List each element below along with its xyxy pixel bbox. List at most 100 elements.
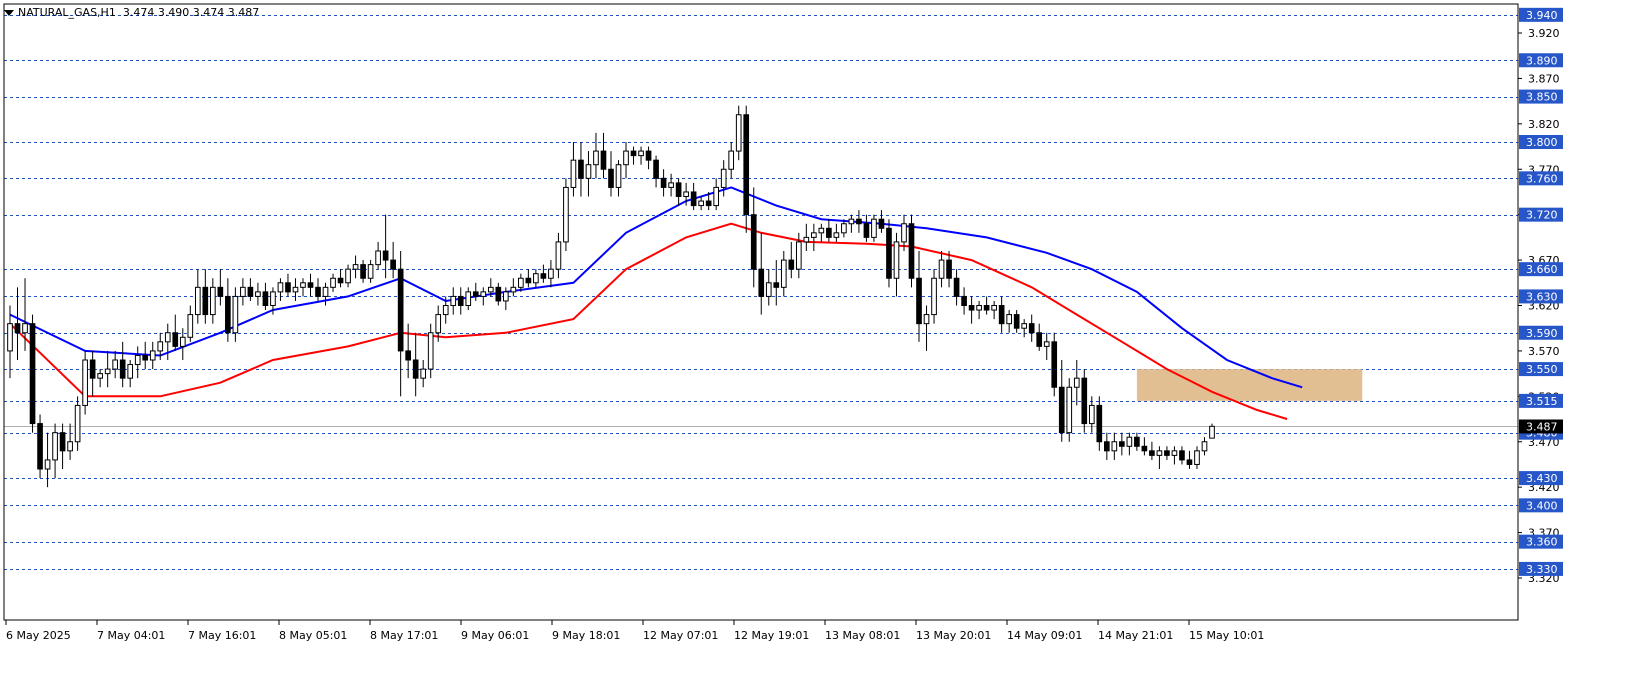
candle-body [345,268,351,284]
candle [217,269,224,306]
candle [465,287,472,311]
candle [991,300,997,320]
candle [390,241,396,279]
candle [74,396,81,451]
candle [758,232,765,315]
candle-body [518,277,524,288]
candle-body [818,227,825,234]
candle-body [134,354,141,366]
candle-body [675,182,682,197]
candle-body [262,291,269,306]
candle-body [187,314,194,338]
candle [1201,437,1208,456]
candle [675,178,682,206]
candle [533,269,539,288]
candle-body [307,282,314,288]
candle [946,251,952,288]
candle [615,160,622,197]
candle-body [127,364,134,379]
candle-body [487,286,494,293]
candle-body [104,368,111,375]
candle [593,132,599,179]
candle-body [142,354,149,361]
candle [1126,432,1133,456]
candle-body [705,200,712,207]
x-tick-label: 14 May 09:01 [1007,629,1082,642]
candle [953,269,960,306]
candle-body [795,241,802,270]
candle-body [502,291,509,302]
candle-body [300,282,306,288]
candle-body [412,359,419,379]
candle-body [1119,441,1125,447]
candle [382,214,389,279]
level-label: 3.430 [1526,472,1558,485]
candle [1119,432,1125,456]
candle [908,214,915,288]
candle [1081,369,1088,433]
price-chart[interactable]: 3.9203.8703.8203.7703.7203.6703.6203.570… [0,0,1651,682]
candle-body [780,259,787,288]
candle-body [1058,386,1065,434]
candle-body [322,286,329,297]
candle [698,196,704,211]
candle-body [405,350,411,361]
chart-header: NATURAL_GAS,H1 3.474 3.490 3.474 3.487 [4,6,259,19]
candle-body [1081,377,1088,425]
candle [112,350,119,379]
candle-body [871,218,877,238]
level-label: 3.940 [1526,9,1558,22]
candle-body [533,273,539,284]
candle-body [7,323,13,352]
candle-body [1043,341,1050,347]
candle-body [578,159,584,179]
candle-body [1006,314,1012,325]
candle [585,151,592,197]
candle-body [277,282,284,293]
candle [255,282,261,306]
candle-body [352,264,359,270]
candle [563,178,569,251]
candle-body [270,291,276,306]
candle-body [968,305,975,311]
candle-body [811,232,817,238]
candle [1043,332,1050,360]
candle [29,314,36,433]
candle-body [1156,450,1163,456]
candle [773,260,780,306]
dropdown-triangle-icon[interactable] [4,10,14,16]
candle-body [916,277,922,325]
candle-body [540,273,547,279]
level-label: 3.850 [1526,91,1558,104]
candle-body [863,223,870,238]
candle-body [563,186,569,243]
candle-body [555,241,562,270]
candle [923,305,930,351]
supply-zone-layer [1136,369,1363,401]
candle [1209,423,1215,439]
candle-body [1096,404,1103,443]
level-label: 3.760 [1526,172,1558,185]
x-tick-label: 7 May 16:01 [188,629,256,642]
candle [225,278,231,342]
candle-body [938,259,945,279]
x-tick-label: 13 May 08:01 [825,629,900,642]
level-label: 3.330 [1526,563,1558,576]
candle-body [1171,450,1178,456]
candle [420,360,427,388]
x-tick-label: 6 May 2025 [6,629,71,642]
candle [788,241,795,279]
candle-body [157,341,164,352]
candle [818,223,825,242]
candle-body [623,150,629,166]
candle-body [74,404,81,443]
candle-body [472,291,479,297]
candle [638,146,644,165]
candle-body [172,332,179,347]
candle-body [397,268,404,352]
candle-body [750,214,757,270]
x-tick-label: 9 May 18:01 [552,629,620,642]
candle-body [1051,341,1058,388]
candle-body [1103,441,1110,452]
candle-body [1186,459,1193,465]
